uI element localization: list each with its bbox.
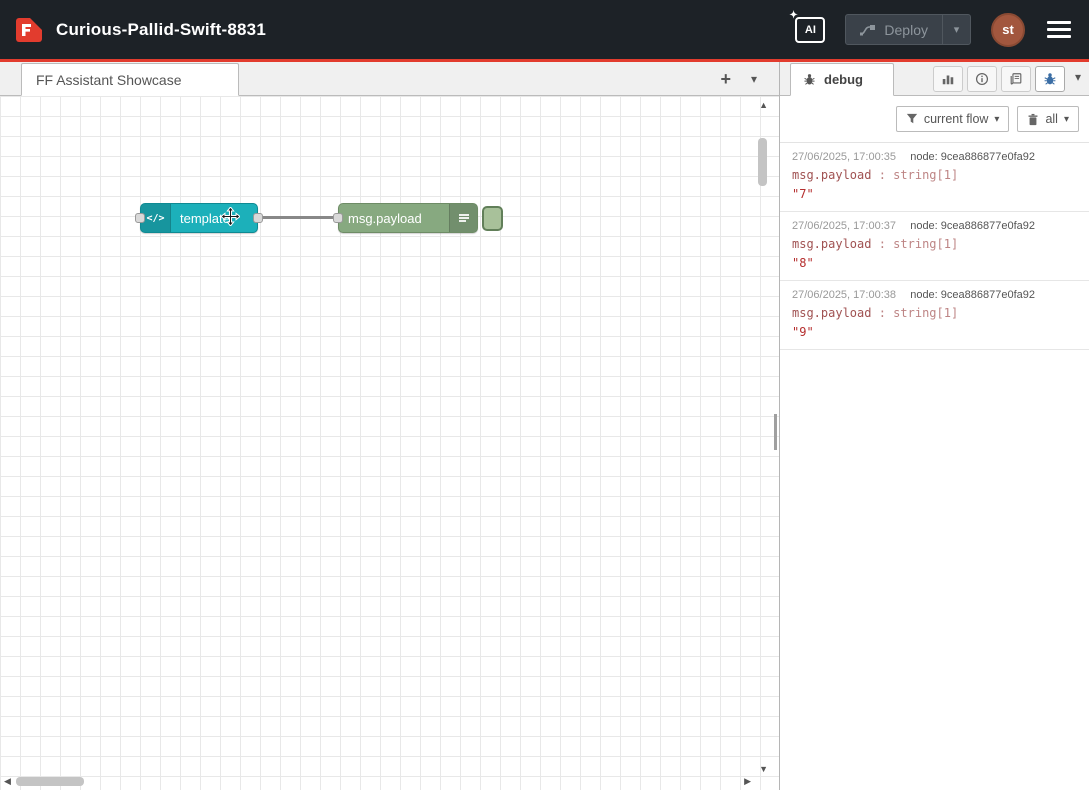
debug-clear-button[interactable]: all ▾ xyxy=(1017,106,1079,132)
chevron-down-icon: ▾ xyxy=(954,23,960,36)
message-value: "8" xyxy=(792,256,1077,270)
menu-bar xyxy=(1047,35,1071,38)
menu-bar xyxy=(1047,28,1071,31)
sparkle-icon: ✦ xyxy=(789,10,797,21)
filter-label: current flow xyxy=(924,112,989,126)
app-header: Curious-Pallid-Swift-8831 ✦ AI Deploy ▾ … xyxy=(0,0,1089,59)
message-node-id: node: 9cea886877e0fa92 xyxy=(910,220,1077,232)
message-timestamp: 27/06/2025, 17:00:38 xyxy=(792,289,896,301)
debug-message[interactable]: 27/06/2025, 17:00:38 node: 9cea886877e0f… xyxy=(780,281,1089,350)
message-property: msg.payload xyxy=(792,306,871,320)
ai-assistant-button[interactable]: ✦ AI xyxy=(795,17,825,43)
message-timestamp: 27/06/2025, 17:00:37 xyxy=(792,220,896,232)
workspace: FF Assistant Showcase + ▾ </> template m… xyxy=(0,62,780,790)
clear-scope-label: all xyxy=(1045,112,1058,126)
debug-tab-label: debug xyxy=(824,72,863,87)
flow-tab-active[interactable]: FF Assistant Showcase xyxy=(21,63,239,96)
deploy-icon xyxy=(860,24,876,36)
deploy-button[interactable]: Deploy xyxy=(846,15,942,44)
menu-bar xyxy=(1047,21,1071,24)
sidebar-tabs-caret[interactable]: ▾ xyxy=(1075,70,1081,88)
user-avatar[interactable]: st xyxy=(991,13,1025,47)
bug-icon xyxy=(1043,72,1057,86)
message-node-id: node: 9cea886877e0fa92 xyxy=(910,151,1077,163)
horizontal-scrollbar-thumb[interactable] xyxy=(16,777,84,786)
node-debug[interactable]: msg.payload xyxy=(338,203,478,233)
debug-filter-button[interactable]: current flow ▾ xyxy=(896,106,1010,132)
scroll-left-arrow[interactable]: ◀ xyxy=(4,776,11,787)
chevron-down-icon: ▾ xyxy=(994,114,999,125)
message-node-id: node: 9cea886877e0fa92 xyxy=(910,289,1077,301)
wire-template-to-debug[interactable] xyxy=(258,216,338,219)
flow-tab-bar: FF Assistant Showcase + ▾ xyxy=(0,62,779,96)
message-value: "7" xyxy=(792,187,1077,201)
trash-icon xyxy=(1027,113,1039,126)
template-input-port[interactable] xyxy=(135,213,145,223)
bar-chart-icon xyxy=(941,72,955,86)
ai-label: AI xyxy=(805,24,816,36)
tab-dashboard[interactable] xyxy=(933,66,963,92)
tab-help-docs[interactable] xyxy=(1001,66,1031,92)
debug-node-icon xyxy=(449,204,477,232)
tab-debug-icon[interactable] xyxy=(1035,66,1065,92)
message-property: msg.payload xyxy=(792,237,871,251)
chevron-down-icon: ▾ xyxy=(1064,114,1069,125)
message-property: msg.payload xyxy=(792,168,871,182)
debug-message[interactable]: 27/06/2025, 17:00:37 node: 9cea886877e0f… xyxy=(780,212,1089,281)
book-icon xyxy=(1009,72,1023,86)
right-sidebar: debug xyxy=(780,62,1089,790)
message-type: string[1] xyxy=(893,306,958,320)
template-node-icon: </> xyxy=(141,204,171,232)
deploy-button-group: Deploy ▾ xyxy=(845,14,971,45)
deploy-options-caret[interactable]: ▾ xyxy=(942,15,970,44)
debug-message[interactable]: 27/06/2025, 17:00:35 node: 9cea886877e0f… xyxy=(780,143,1089,212)
funnel-icon xyxy=(906,113,918,125)
app-logo-icon[interactable] xyxy=(16,18,44,42)
debug-node-label: msg.payload xyxy=(339,211,431,226)
debug-message-list: 27/06/2025, 17:00:35 node: 9cea886877e0f… xyxy=(780,143,1089,790)
tab-info[interactable] xyxy=(967,66,997,92)
console-list-icon xyxy=(456,210,472,226)
flow-list-caret[interactable]: ▾ xyxy=(751,72,757,86)
flow-tab-label: FF Assistant Showcase xyxy=(36,72,182,88)
info-icon xyxy=(975,72,989,86)
debug-toolbar: current flow ▾ all ▾ xyxy=(780,96,1089,143)
scroll-up-arrow[interactable]: ▲ xyxy=(759,100,768,110)
scroll-right-arrow[interactable]: ▶ xyxy=(744,776,751,787)
bug-icon xyxy=(803,73,816,86)
template-output-port[interactable] xyxy=(253,213,263,223)
scroll-down-arrow[interactable]: ▼ xyxy=(759,764,768,774)
move-cursor xyxy=(221,207,240,226)
message-type: string[1] xyxy=(893,168,958,182)
panel-resize-grip[interactable] xyxy=(774,414,777,450)
code-icon: </> xyxy=(146,213,164,224)
vertical-scrollbar-thumb[interactable] xyxy=(758,138,767,186)
message-type: string[1] xyxy=(893,237,958,251)
node-template[interactable]: </> template xyxy=(140,203,258,233)
avatar-initials: st xyxy=(1002,22,1014,37)
sidebar-tab-bar: debug xyxy=(780,62,1089,96)
add-flow-button[interactable]: + xyxy=(720,70,731,88)
tab-debug[interactable]: debug xyxy=(790,63,894,96)
debug-toggle-button[interactable] xyxy=(482,206,503,231)
main-menu-button[interactable] xyxy=(1045,17,1073,42)
message-timestamp: 27/06/2025, 17:00:35 xyxy=(792,151,896,163)
deploy-label: Deploy xyxy=(884,22,928,38)
instance-title: Curious-Pallid-Swift-8831 xyxy=(56,20,266,40)
flow-canvas[interactable]: </> template msg.payload ▲ xyxy=(0,96,779,790)
message-value: "9" xyxy=(792,325,1077,339)
debug-input-port[interactable] xyxy=(333,213,343,223)
